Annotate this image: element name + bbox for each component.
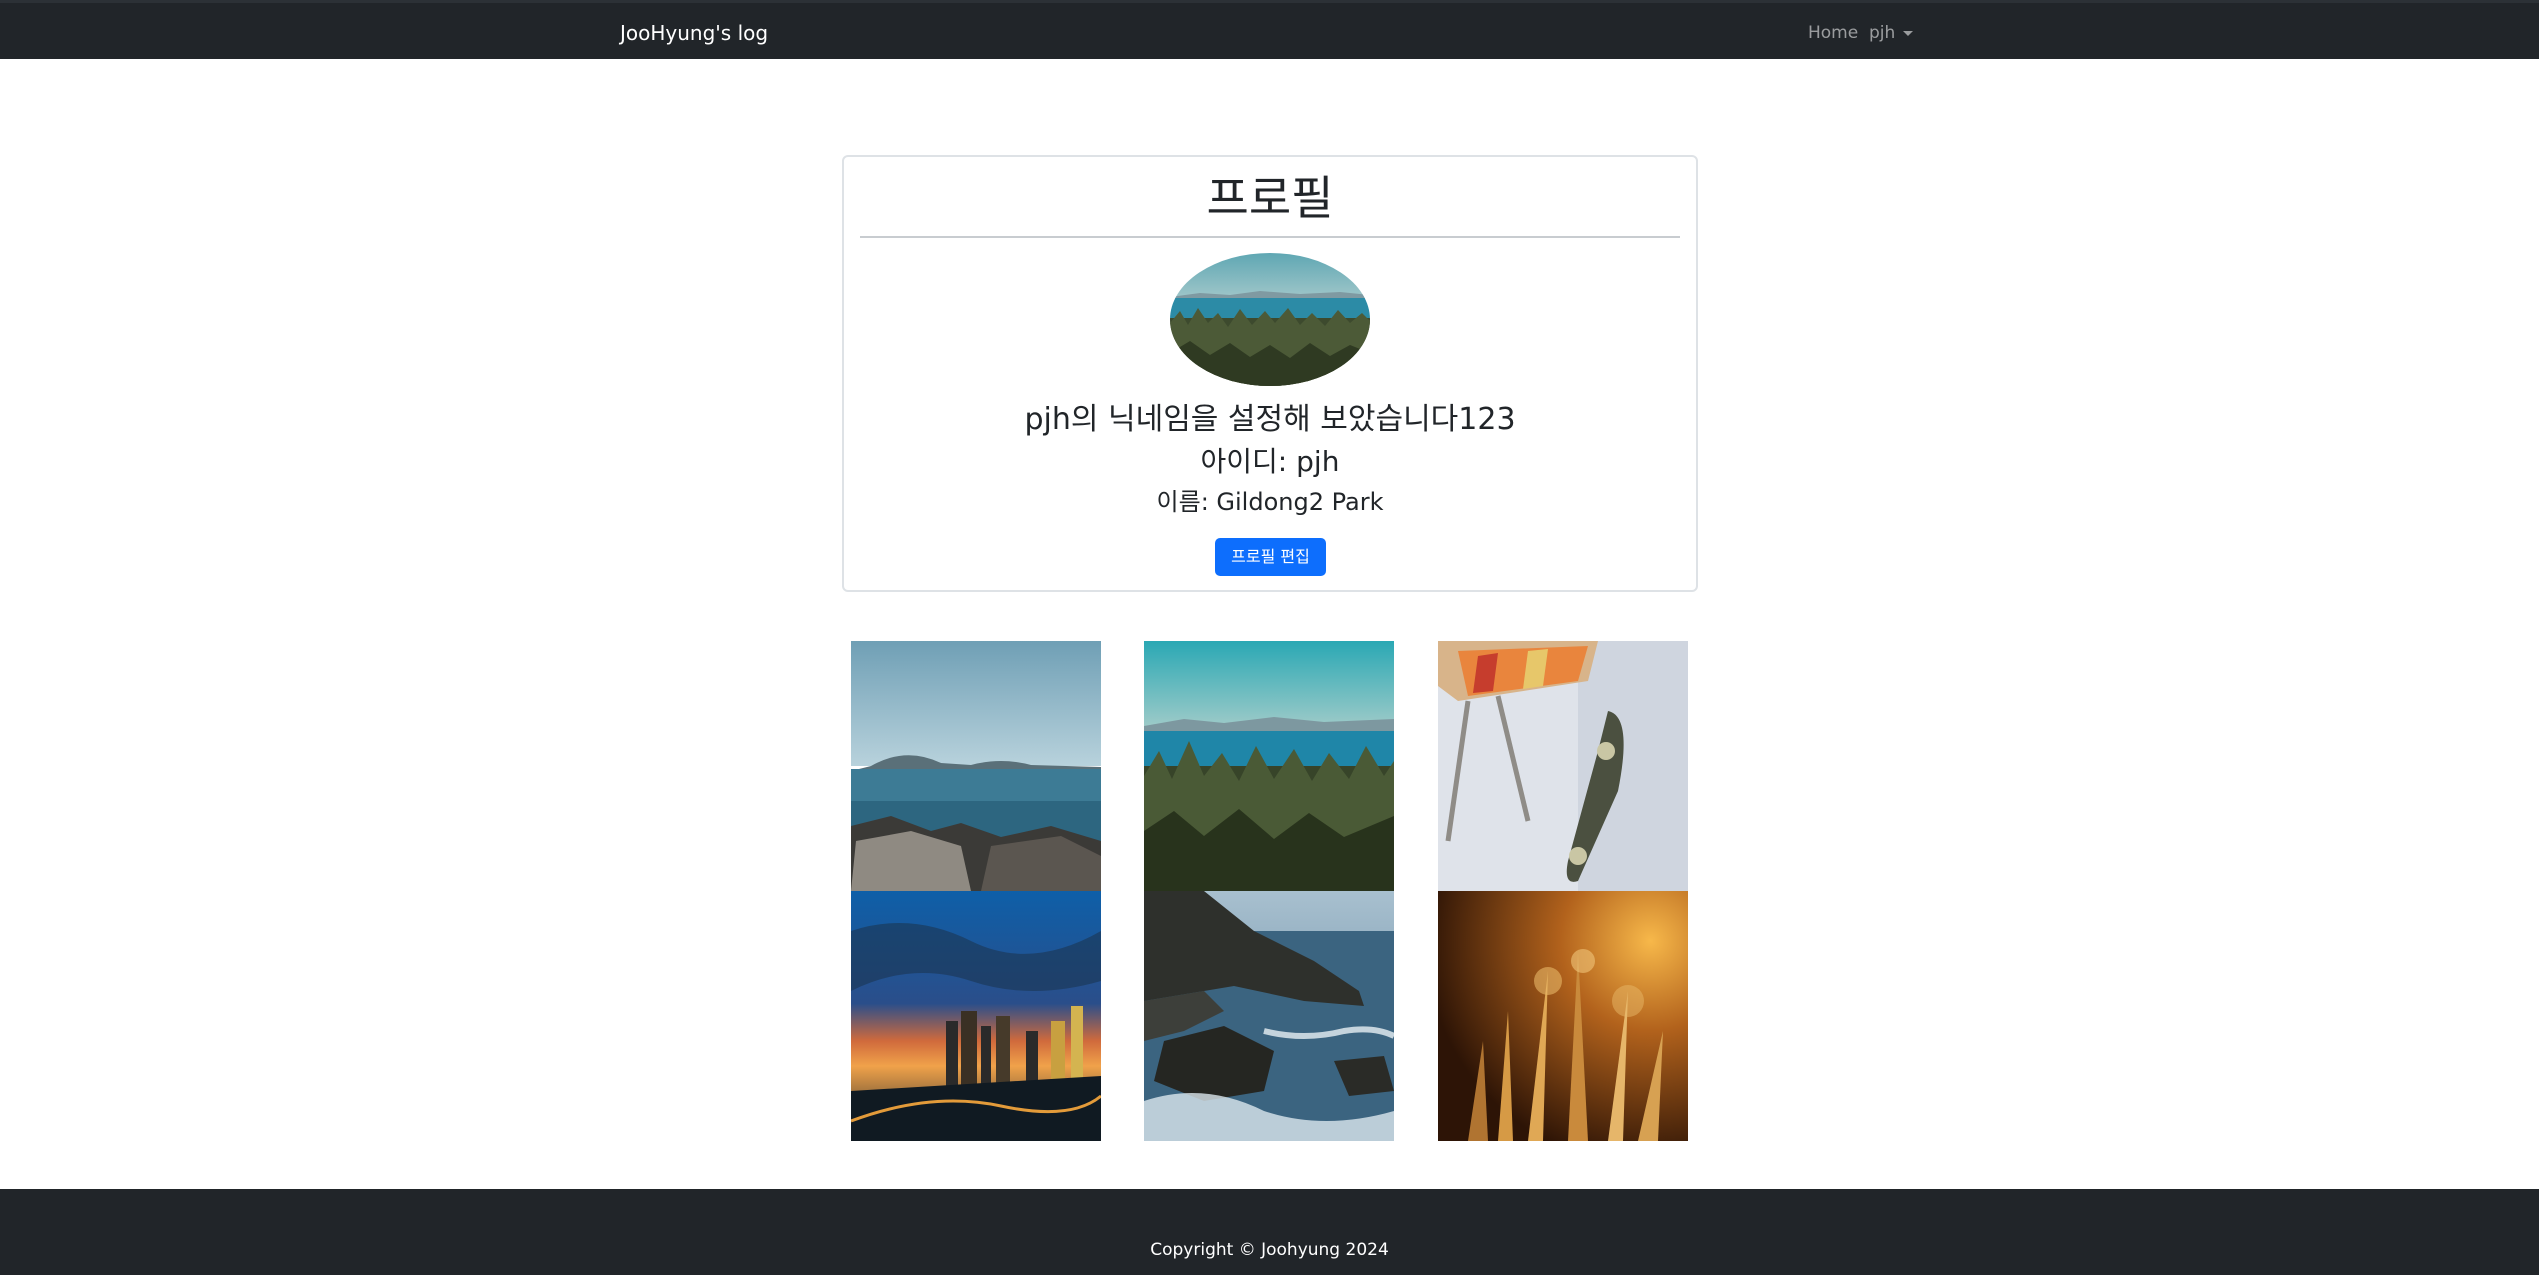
profile-name: 이름: Gildong2 Park [1156, 488, 1384, 516]
nav-home-link[interactable]: Home [1808, 22, 1858, 44]
avatar [1170, 253, 1370, 386]
profile-nickname: pjh의 닉네임을 설정해 보았습니다123 [1024, 402, 1516, 437]
copyright-text: Copyright © Joohyung 2024 [1150, 1240, 1389, 1260]
caret-down-icon [1903, 30, 1914, 36]
divider [860, 236, 1680, 238]
forest-lake-photo[interactable] [1144, 641, 1394, 891]
footer: Copyright © Joohyung 2024 [0, 1189, 2539, 1275]
coastal-cliffs-photo[interactable] [1144, 891, 1394, 1141]
seaside-rocks-photo[interactable] [851, 641, 1101, 891]
profile-card: 프로필 pjh의 닉네임을 설정해 보았습니다123 아이디: pjh 이름: … [842, 155, 1698, 592]
edit-profile-button[interactable]: 프로필 편집 [1215, 538, 1326, 576]
nav-user-label: pjh [1869, 23, 1896, 43]
brand-link[interactable]: JooHyung's log [620, 20, 768, 46]
nav-user-dropdown[interactable]: pjh [1869, 22, 1914, 44]
profile-title: 프로필 [1206, 171, 1334, 225]
top-navbar: JooHyung's log Home pjh [0, 0, 2539, 59]
profile-user-id: 아이디: pjh [1200, 445, 1340, 478]
golden-grass-photo[interactable] [1438, 891, 1688, 1141]
city-sunset-photo[interactable] [851, 891, 1101, 1141]
skateboard-photo[interactable] [1438, 641, 1688, 891]
